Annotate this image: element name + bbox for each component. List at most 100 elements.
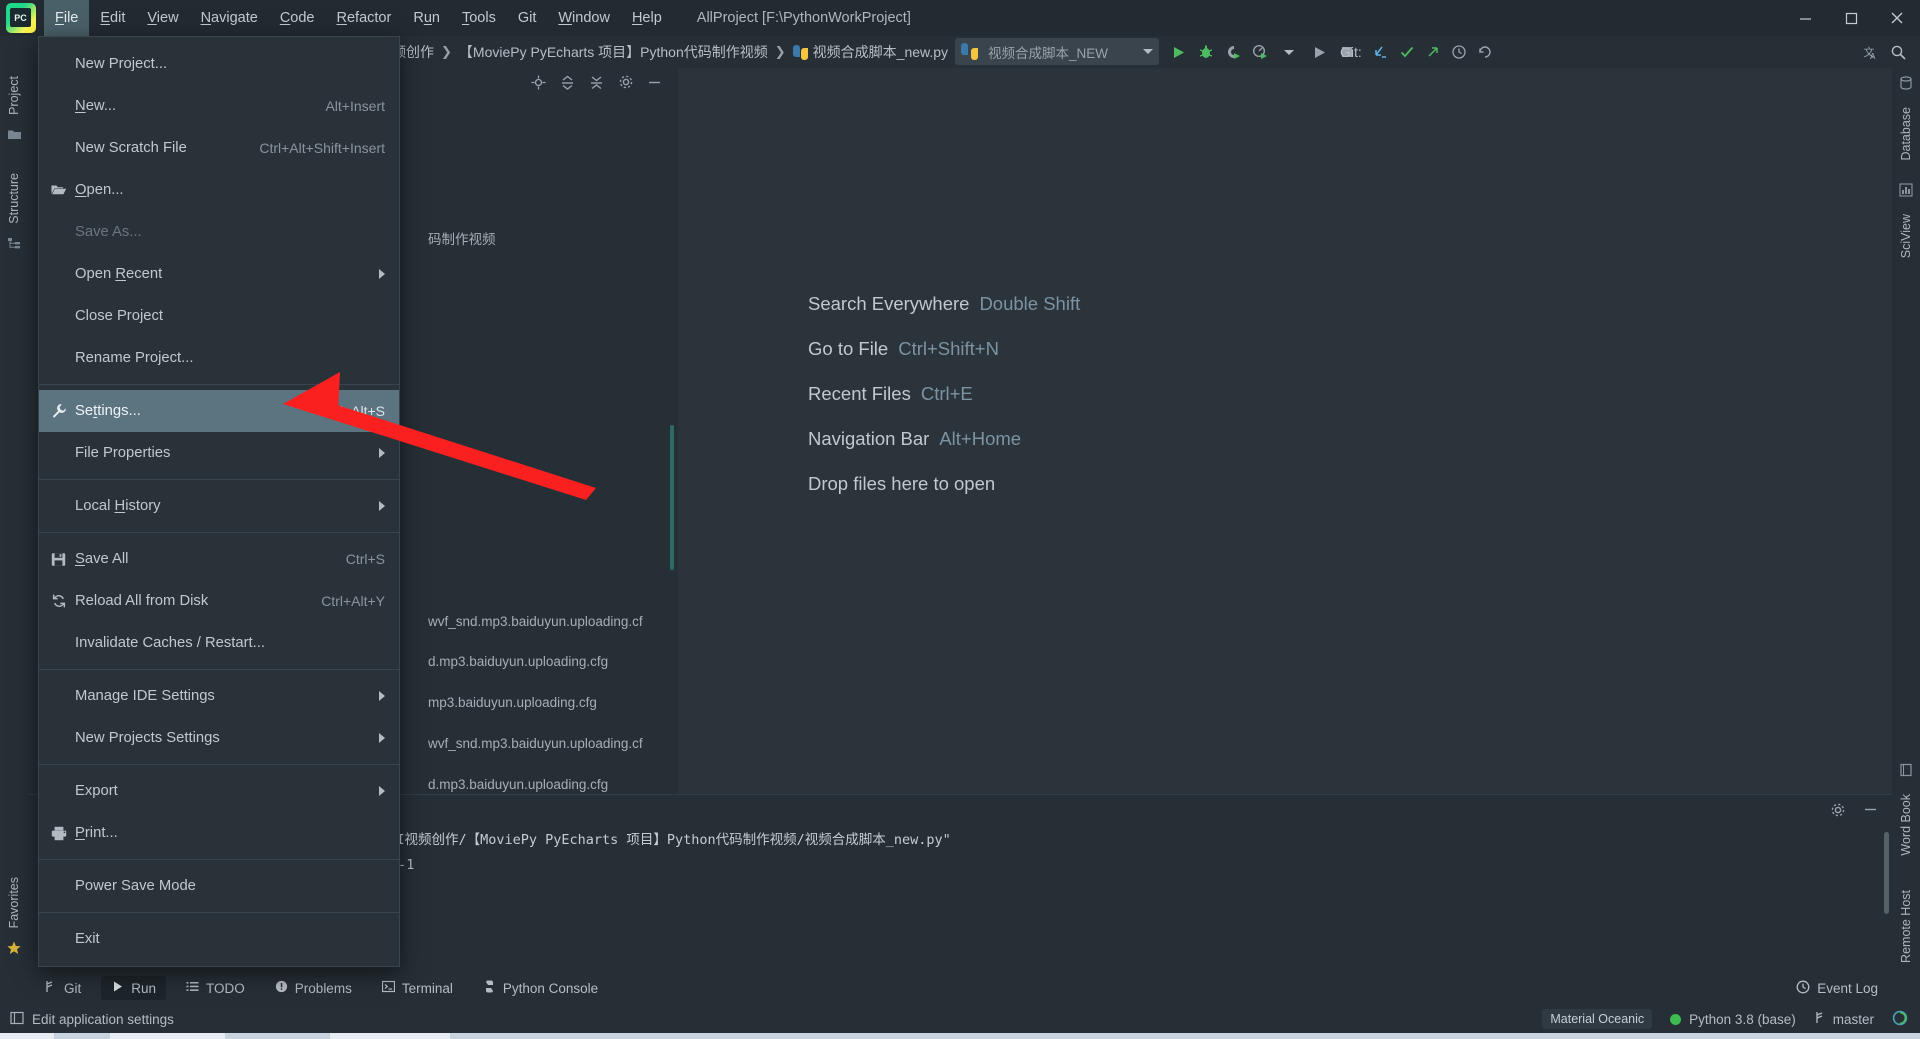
- sync-icon[interactable]: [1892, 1010, 1908, 1029]
- menu-item-exit[interactable]: Exit: [39, 918, 399, 960]
- menu-item-new-project[interactable]: New Project...: [39, 43, 399, 85]
- python-icon: [961, 43, 978, 60]
- history-icon[interactable]: [1446, 38, 1472, 66]
- commit-icon[interactable]: [1394, 38, 1420, 66]
- sidebar-item-word-book[interactable]: Word Book: [1899, 786, 1913, 864]
- menu-item-power-save-mode[interactable]: Power Save Mode: [39, 865, 399, 907]
- profile-dropdown-icon[interactable]: [1273, 38, 1300, 66]
- sidebar-item-database[interactable]: Database: [1899, 99, 1913, 169]
- database-icon[interactable]: [1899, 76, 1913, 95]
- menu-item-new-scratch-file[interactable]: New Scratch File Ctrl+Alt+Shift+Insert: [39, 127, 399, 169]
- menu-item-label: Export: [75, 783, 118, 799]
- search-icon[interactable]: [1885, 38, 1912, 66]
- tab-git[interactable]: Git: [34, 976, 91, 1000]
- menu-window[interactable]: Window: [547, 0, 621, 36]
- menu-view[interactable]: View: [136, 0, 189, 36]
- settings-gear-icon[interactable]: [612, 68, 639, 96]
- menu-item-reload-all-from-disk[interactable]: Reload All from Disk Ctrl+Alt+Y: [39, 580, 399, 622]
- list-item[interactable]: wvf_snd.mp3.baiduyun.uploading.cf: [428, 612, 678, 631]
- menu-refactor[interactable]: Refactor: [326, 0, 403, 36]
- menu-item-open[interactable]: Open...: [39, 169, 399, 211]
- event-log-button[interactable]: Event Log: [1796, 980, 1878, 997]
- list-item[interactable]: 码制作视频: [428, 226, 678, 250]
- profile-icon[interactable]: [1246, 38, 1273, 66]
- collapse-all-icon[interactable]: [554, 68, 581, 96]
- push-icon[interactable]: [1420, 38, 1446, 66]
- status-right-group: Material Oceanic Python 3.8 (base) maste…: [1542, 1009, 1908, 1029]
- debug-icon[interactable]: [1192, 38, 1219, 66]
- menu-item-settings[interactable]: Settings... Ctrl+Alt+S: [39, 390, 399, 432]
- chevron-right-icon: [379, 786, 385, 796]
- menu-item-rename-project[interactable]: Rename Project...: [39, 337, 399, 379]
- menu-item-open-recent[interactable]: Open Recent: [39, 253, 399, 295]
- menu-item-new[interactable]: New... Alt+Insert: [39, 85, 399, 127]
- maximize-icon[interactable]: [1828, 0, 1874, 36]
- run-configuration-selector[interactable]: 视频合成脚本_NEW: [955, 38, 1159, 65]
- list-item[interactable]: d.mp3.baiduyun.uploading.cfg: [428, 775, 678, 794]
- hide-panel-icon[interactable]: [641, 68, 668, 96]
- menu-item-print[interactable]: Print...: [39, 812, 399, 854]
- tab-run[interactable]: Run: [101, 976, 167, 1000]
- expand-all-icon[interactable]: [583, 68, 610, 96]
- breadcrumb-item-2[interactable]: 视频合成脚本_new.py: [813, 42, 948, 62]
- sidebar-item-sciview[interactable]: SciView: [1899, 206, 1913, 266]
- star-icon[interactable]: [6, 940, 22, 961]
- menu-git[interactable]: Git: [507, 0, 548, 36]
- list-item[interactable]: wvf_snd.mp3.baiduyun.uploading.cf: [428, 734, 678, 753]
- menu-run[interactable]: Run: [402, 0, 451, 36]
- sidebar-item-favorites[interactable]: Favorites: [7, 869, 21, 936]
- sidebar-item-structure[interactable]: Structure: [7, 165, 21, 232]
- tab-problems[interactable]: Problems: [265, 976, 362, 1000]
- menu-file[interactable]: File: [44, 0, 90, 36]
- menu-item-export[interactable]: Export: [39, 770, 399, 812]
- hint-navigation-bar: Navigation Bar Alt+Home: [808, 428, 1080, 450]
- hint-label: Recent Files: [808, 383, 911, 404]
- run-alt-icon[interactable]: [1306, 38, 1333, 66]
- menu-help[interactable]: Help: [621, 0, 673, 36]
- menu-navigate[interactable]: Navigate: [190, 0, 269, 36]
- menu-item-close-project[interactable]: Close Project: [39, 295, 399, 337]
- menu-item-label: Print...: [75, 825, 118, 841]
- word-book-icon[interactable]: [1899, 763, 1913, 782]
- menu-item-file-properties[interactable]: File Properties: [39, 432, 399, 474]
- menu-separator: [39, 479, 399, 480]
- git-branch-widget[interactable]: master: [1814, 1011, 1874, 1027]
- menu-item-manage-ide-settings[interactable]: Manage IDE Settings: [39, 675, 399, 717]
- menu-item-local-history[interactable]: Local History: [39, 485, 399, 527]
- sidebar-item-remote-host[interactable]: Remote Host: [1899, 882, 1913, 971]
- menu-edit[interactable]: Edit: [89, 0, 136, 36]
- close-icon[interactable]: [1874, 0, 1920, 36]
- update-project-icon[interactable]: [1368, 38, 1394, 66]
- file-menu-popup[interactable]: New Project... New... Alt+Insert New Scr…: [38, 36, 400, 967]
- menu-tools[interactable]: Tools: [451, 0, 507, 36]
- python-interpreter-widget[interactable]: Python 3.8 (base): [1670, 1012, 1796, 1027]
- menu-item-invalidate-caches[interactable]: Invalidate Caches / Restart...: [39, 622, 399, 664]
- run-icon[interactable]: [1165, 38, 1192, 66]
- menu-item-new-projects-settings[interactable]: New Projects Settings: [39, 717, 399, 759]
- sidebar-item-project[interactable]: Project: [7, 68, 21, 123]
- list-item[interactable]: mp3.baiduyun.uploading.cfg: [428, 693, 678, 712]
- translate-icon[interactable]: 文A: [1858, 38, 1885, 66]
- menu-item-save-all[interactable]: Save All Ctrl+S: [39, 538, 399, 580]
- theme-badge[interactable]: Material Oceanic: [1542, 1009, 1653, 1029]
- menu-item-shortcut: Ctrl+Alt+S: [321, 403, 385, 419]
- settings-gear-icon[interactable]: [1824, 796, 1851, 824]
- chevron-down-icon[interactable]: [1143, 49, 1153, 54]
- hide-window-icon[interactable]: [1857, 796, 1884, 824]
- structure-icon[interactable]: [7, 236, 22, 256]
- rollback-icon[interactable]: [1472, 38, 1498, 66]
- tab-todo[interactable]: TODO: [176, 976, 255, 1000]
- breadcrumb-item-1[interactable]: 【MoviePy PyEcharts 项目】Python代码制作视频: [459, 42, 768, 62]
- tab-python-console[interactable]: Python Console: [473, 976, 608, 1000]
- menu-item-shortcut: Ctrl+S: [345, 551, 385, 567]
- minimize-icon[interactable]: [1782, 0, 1828, 36]
- tab-terminal[interactable]: Terminal: [372, 976, 463, 1000]
- list-item[interactable]: d.mp3.baiduyun.uploading.cfg: [428, 652, 678, 671]
- menu-code[interactable]: Code: [269, 0, 326, 36]
- interpreter-label: Python 3.8 (base): [1689, 1011, 1796, 1027]
- console-scrollbar[interactable]: [1884, 832, 1889, 914]
- project-folder-icon[interactable]: [7, 127, 22, 147]
- coverage-icon[interactable]: [1219, 38, 1246, 66]
- locate-icon[interactable]: [525, 68, 552, 96]
- sciview-icon[interactable]: [1899, 182, 1913, 202]
